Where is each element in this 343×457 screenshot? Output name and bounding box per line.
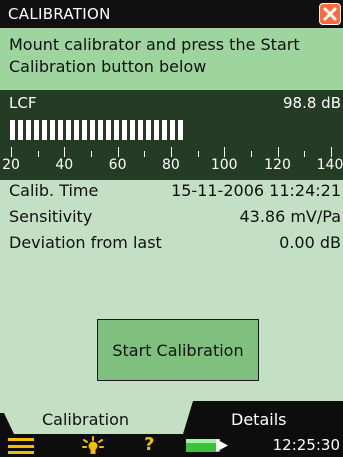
scale-tick	[170, 147, 172, 157]
deviation-value: 0.00 dB	[279, 233, 341, 252]
level-bar-segment	[74, 120, 79, 140]
scale-minor-tick	[304, 151, 306, 157]
level-bar-segment	[58, 120, 63, 140]
level-bar-segment	[146, 120, 151, 140]
scale-label: 20	[2, 157, 20, 173]
level-bar-segment	[154, 120, 159, 140]
sensitivity-label: Sensitivity	[9, 207, 93, 226]
scale-tick	[11, 147, 12, 157]
tab-calibration-label: Calibration	[42, 410, 130, 429]
calib-time-row: Calib. Time 15-11-2006 11:24:21	[9, 181, 343, 205]
scale-tick	[330, 147, 332, 157]
scale-label: 40	[55, 157, 74, 173]
close-button[interactable]	[319, 3, 341, 25]
scale-tick	[277, 147, 279, 157]
level-bar-segment	[42, 120, 47, 140]
level-bar-segment	[162, 120, 167, 140]
backlight-bulb-icon[interactable]	[82, 436, 104, 456]
level-meter: LCF 98.8 dB 20 40 60 80 100 120 140	[0, 90, 343, 180]
scale-minor-tick	[144, 151, 146, 157]
scale-label: 140	[316, 157, 343, 173]
level-bar-segment	[170, 120, 175, 140]
level-bar	[10, 120, 190, 140]
calib-time-label: Calib. Time	[9, 181, 99, 200]
status-clock: 12:25:30	[272, 436, 340, 454]
scale-label: 80	[161, 157, 180, 173]
help-icon[interactable]: ?	[144, 434, 154, 455]
scale-minor-tick	[197, 151, 199, 157]
title-bar: CALIBRATION	[0, 0, 343, 28]
level-bar-segment	[106, 120, 111, 140]
scale-tick	[224, 147, 226, 157]
scale-tick	[64, 147, 66, 157]
level-bar-segment	[50, 120, 55, 140]
start-calibration-button[interactable]: Start Calibration	[97, 319, 259, 381]
level-bar-segment	[130, 120, 135, 140]
instruction-text: Mount calibrator and press the Start Cal…	[9, 35, 300, 76]
scale-minor-tick	[37, 151, 39, 157]
scale-minor-tick	[90, 151, 92, 157]
level-bar-segment	[26, 120, 31, 140]
tab-calibration[interactable]: Calibration	[0, 401, 192, 434]
scale-tick	[117, 147, 119, 157]
scale-label: 60	[108, 157, 127, 173]
meter-label: LCF	[9, 94, 37, 112]
level-bar-segment	[66, 120, 71, 140]
deviation-label: Deviation from last	[9, 233, 162, 252]
level-bar-segment	[90, 120, 95, 140]
tab-details-label: Details	[231, 410, 287, 429]
close-icon	[323, 7, 337, 21]
level-bar-segment	[98, 120, 103, 140]
level-bar-segment	[82, 120, 87, 140]
level-bar-segment	[178, 120, 183, 140]
instruction-panel: Mount calibrator and press the Start Cal…	[0, 28, 343, 90]
deviation-row: Deviation from last 0.00 dB	[9, 233, 343, 257]
level-bar-segment	[34, 120, 39, 140]
level-bar-segment	[114, 120, 119, 140]
calibration-screen: CALIBRATION Mount calibrator and press t…	[0, 0, 343, 457]
level-bar-segment	[10, 120, 15, 140]
status-bar: ? 12:25:30	[0, 434, 343, 457]
calib-time-value: 15-11-2006 11:24:21	[171, 181, 341, 200]
meter-value: 98.8 dB	[283, 94, 341, 112]
tab-details[interactable]: Details	[183, 401, 343, 434]
scale-label: 120	[264, 157, 291, 173]
menu-icon[interactable]	[8, 438, 34, 454]
screen-title: CALIBRATION	[8, 5, 111, 23]
level-bar-segment	[138, 120, 143, 140]
sensitivity-row: Sensitivity 43.86 mV/Pa	[9, 207, 343, 231]
battery-icon	[186, 439, 228, 452]
tab-bar: Calibration Details	[0, 401, 343, 434]
level-bar-segment	[122, 120, 127, 140]
scale-label: 100	[210, 157, 238, 173]
sensitivity-value: 43.86 mV/Pa	[239, 207, 341, 226]
level-bar-segment	[18, 120, 23, 140]
scale-minor-tick	[250, 151, 252, 157]
